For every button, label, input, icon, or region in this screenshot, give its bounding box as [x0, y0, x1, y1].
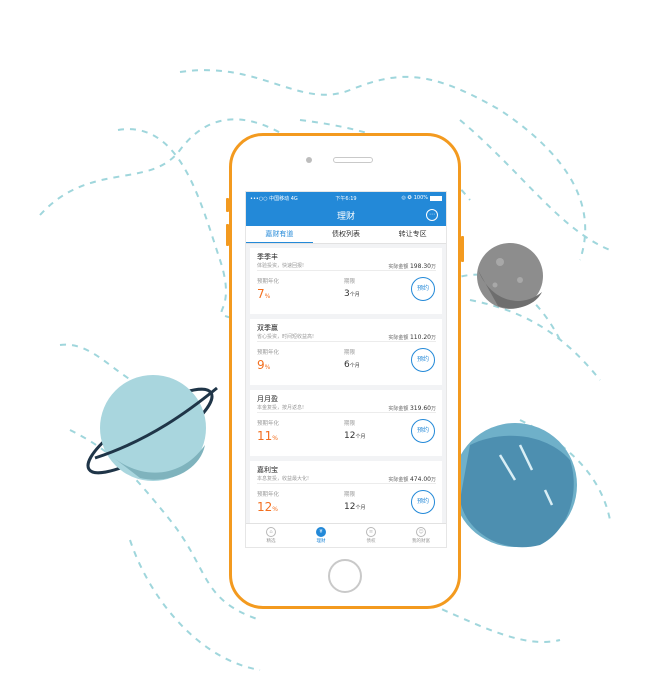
- rate-value: 12%: [257, 500, 278, 514]
- term-value: 3个月: [344, 289, 360, 299]
- product-card[interactable]: 嘉利宝 本息复投，收益最大化! 实际金额 474.00万 预期年化 期限 12%…: [250, 461, 442, 527]
- carrier-label: •••○○ 中国移动 4G: [250, 195, 298, 202]
- term-label: 期限: [344, 421, 356, 427]
- bond-icon: ≡: [366, 527, 376, 537]
- reserve-button[interactable]: 预约: [411, 490, 435, 514]
- blue-planet: [453, 423, 577, 548]
- term-label: 期限: [344, 279, 356, 285]
- rate-label: 预期年化: [257, 279, 280, 285]
- term-value: 6个月: [344, 360, 360, 370]
- phone-screen: •••○○ 中国移动 4G 下午6:19 ◎ ✪ 100% 理财 ⋯ 嘉财有道 …: [245, 191, 447, 548]
- product-desc: 本息复投，收益最大化!: [257, 476, 310, 482]
- tab-jiacai[interactable]: 嘉财有道: [246, 226, 313, 243]
- gray-moon: [477, 243, 543, 309]
- reserve-button[interactable]: 预约: [411, 277, 435, 301]
- status-icons: ◎ ✪: [401, 195, 412, 201]
- phone-side-button: [461, 236, 464, 262]
- front-camera: [306, 157, 312, 163]
- rate-label: 预期年化: [257, 492, 280, 498]
- product-desc: 省心投资，时间短收益高!: [257, 334, 315, 340]
- product-name: 双季赢: [257, 324, 278, 332]
- bottom-nav-finance[interactable]: ¥ 理财: [296, 524, 346, 547]
- rate-label: 预期年化: [257, 350, 280, 356]
- phone-side-button: [226, 224, 229, 246]
- bottom-nav-label: 债权: [366, 539, 376, 544]
- money-icon: ¥: [316, 527, 326, 537]
- bottom-nav-wealth[interactable]: ☺ 我的财富: [396, 524, 446, 547]
- reserve-button[interactable]: 预约: [411, 348, 435, 372]
- tab-bond-list[interactable]: 债权列表: [313, 226, 380, 243]
- product-card[interactable]: 双季赢 省心投资，时间短收益高! 实际金额 110.20万 预期年化 期限 9%…: [250, 319, 442, 385]
- amount: 实际金额 198.30万: [388, 263, 436, 270]
- phone-mockup: •••○○ 中国移动 4G 下午6:19 ◎ ✪ 100% 理财 ⋯ 嘉财有道 …: [226, 133, 464, 609]
- product-card[interactable]: 季季丰 体验投资，快速回报! 实际金额 198.30万 预期年化 期限 7% 3…: [250, 248, 442, 314]
- bottom-nav-bond[interactable]: ≡ 债权: [346, 524, 396, 547]
- reserve-button[interactable]: 预约: [411, 419, 435, 443]
- battery-fill: [431, 196, 441, 200]
- rate-value: 9%: [257, 358, 271, 372]
- rate-label: 预期年化: [257, 421, 280, 427]
- battery-icon: [430, 195, 442, 201]
- user-icon: ☺: [416, 527, 426, 537]
- amount: 实际金额 110.20万: [388, 334, 436, 341]
- rate-value: 11%: [257, 429, 278, 443]
- bottom-nav: ⌂ 精选 ¥ 理财 ≡ 债权 ☺ 我的财富: [246, 523, 446, 547]
- earpiece-speaker: [333, 157, 373, 163]
- bottom-nav-label: 我的财富: [412, 539, 430, 544]
- product-desc: 体验投资，快速回报!: [257, 263, 305, 269]
- product-name: 季季丰: [257, 253, 278, 261]
- home-button[interactable]: [328, 559, 362, 593]
- bottom-nav-home[interactable]: ⌂ 精选: [246, 524, 296, 547]
- home-icon: ⌂: [266, 527, 276, 537]
- rate-value: 7%: [257, 287, 271, 301]
- term-label: 期限: [344, 492, 356, 498]
- status-bar: •••○○ 中国移动 4G 下午6:19 ◎ ✪ 100%: [246, 192, 446, 204]
- term-label: 期限: [344, 350, 356, 356]
- phone-side-button: [226, 198, 229, 212]
- bottom-nav-label: 精选: [266, 539, 276, 544]
- product-desc: 本金复投，按月返息!: [257, 405, 305, 411]
- nav-bar: 理财 ⋯: [246, 204, 446, 226]
- product-card[interactable]: 月月盈 本金复投，按月返息! 实际金额 319.60万 预期年化 期限 11% …: [250, 390, 442, 456]
- product-name: 嘉利宝: [257, 466, 278, 474]
- bottom-nav-label: 理财: [316, 539, 326, 544]
- product-name: 月月盈: [257, 395, 278, 403]
- term-value: 12个月: [344, 502, 366, 512]
- page-title: 理财: [336, 211, 355, 222]
- battery-percent: 100%: [413, 195, 428, 201]
- ringed-planet: [86, 375, 218, 481]
- tab-bar: 嘉财有道 债权列表 转让专区: [246, 226, 446, 244]
- term-value: 12个月: [344, 431, 366, 441]
- amount: 实际金额 474.00万: [388, 476, 436, 483]
- product-list: 季季丰 体验投资，快速回报! 实际金额 198.30万 预期年化 期限 7% 3…: [246, 244, 446, 527]
- more-icon[interactable]: ⋯: [426, 209, 438, 221]
- tab-transfer[interactable]: 转让专区: [379, 226, 446, 243]
- amount: 实际金额 319.60万: [388, 405, 436, 412]
